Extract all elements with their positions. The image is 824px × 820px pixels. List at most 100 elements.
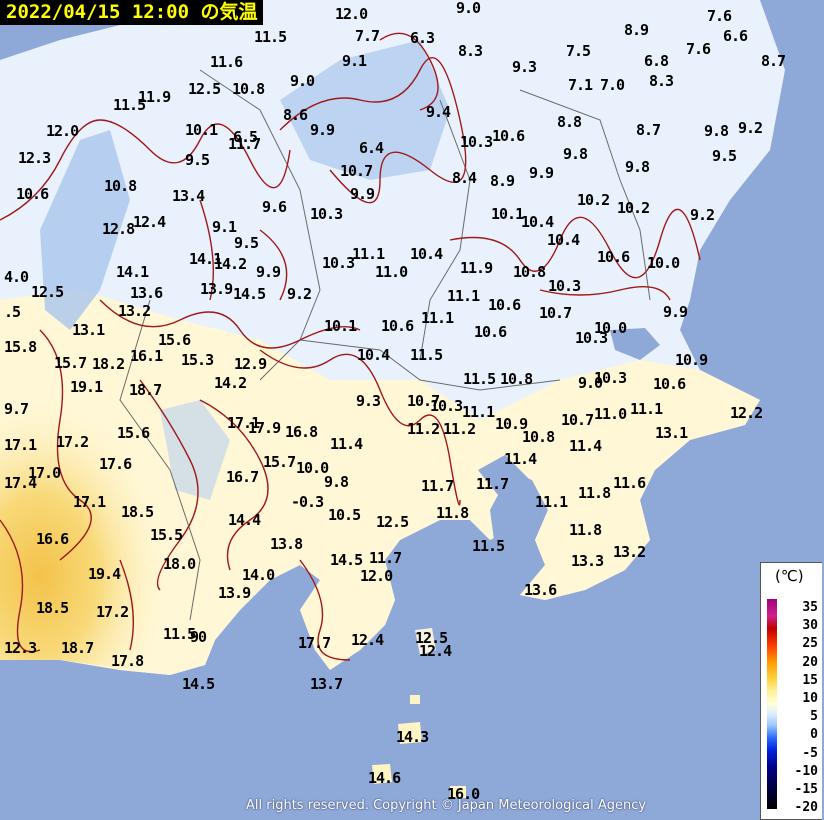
station-temperature: 10.6 <box>381 317 414 335</box>
station-temperature: 10.8 <box>513 263 546 281</box>
station-temperature: 16.8 <box>285 423 318 441</box>
station-temperature: 8.3 <box>458 42 483 60</box>
station-temperature: 13.9 <box>200 280 233 298</box>
station-temperature: 13.1 <box>72 321 105 339</box>
station-temperature: 13.2 <box>118 302 151 320</box>
station-temperature: 10.0 <box>647 254 680 272</box>
station-temperature: 10.8 <box>232 80 265 98</box>
station-temperature: 12.3 <box>4 639 37 657</box>
legend-color-bar <box>767 599 777 809</box>
station-temperature: 15.6 <box>117 424 150 442</box>
station-temperature: 11.0 <box>594 405 627 423</box>
station-temperature: 13.4 <box>172 187 205 205</box>
station-temperature: 10.8 <box>522 428 555 446</box>
legend-tick-label: -5 <box>802 745 818 761</box>
station-temperature: 6.6 <box>723 27 748 45</box>
station-temperature: 11.9 <box>460 259 493 277</box>
copyright-notice: All rights reserved. Copyright © Japan M… <box>246 798 647 813</box>
station-temperature: 17.9 <box>248 419 281 437</box>
station-temperature: 11.5 <box>410 346 443 364</box>
station-temperature: 10.9 <box>675 351 708 369</box>
station-temperature: 8.9 <box>624 21 649 39</box>
station-temperature: 15.5 <box>150 526 183 544</box>
station-temperature: .5 <box>4 303 21 321</box>
station-temperature: 10.3 <box>575 329 608 347</box>
station-temperature: 9.9 <box>310 121 335 139</box>
station-temperature: 10.8 <box>104 177 137 195</box>
station-temperature: 12.5 <box>188 80 221 98</box>
station-temperature: 10.3 <box>594 369 627 387</box>
station-temperature: 7.5 <box>566 42 591 60</box>
station-temperature: 10.4 <box>521 213 554 231</box>
station-temperature: 16.1 <box>130 347 163 365</box>
station-temperature: 18.7 <box>129 381 162 399</box>
station-temperature: 14.5 <box>330 551 363 569</box>
station-temperature: 11.4 <box>569 437 602 455</box>
station-temperature: 13.1 <box>655 424 688 442</box>
station-temperature: 12.0 <box>335 5 368 23</box>
legend-tick-label: 30 <box>802 618 818 634</box>
station-temperature: 17.2 <box>96 603 129 621</box>
station-temperature: 9.2 <box>690 206 715 224</box>
station-temperature: 11.1 <box>462 403 495 421</box>
station-temperature: 13.8 <box>270 535 303 553</box>
station-temperature: 18.5 <box>121 503 154 521</box>
station-temperature: 11.8 <box>569 521 602 539</box>
station-temperature: 11.6 <box>613 474 646 492</box>
station-temperature: 9.0 <box>456 0 481 17</box>
station-temperature: 11.7 <box>228 135 261 153</box>
legend-tick-label: 5 <box>810 709 818 725</box>
station-temperature: 10.1 <box>491 205 524 223</box>
station-temperature: 9.3 <box>512 58 537 76</box>
station-temperature: 10.1 <box>324 317 357 335</box>
station-temperature: 16.7 <box>226 468 259 486</box>
station-temperature: 8.3 <box>649 72 674 90</box>
station-temperature: 10.4 <box>410 245 443 263</box>
station-temperature: 12.4 <box>133 213 166 231</box>
station-temperature: 11.5 <box>472 537 505 555</box>
station-temperature: 9.4 <box>426 103 451 121</box>
station-temperature: 7.1 <box>568 76 593 94</box>
station-temperature: 11.1 <box>630 400 663 418</box>
station-temperature: 10.6 <box>492 127 525 145</box>
legend-tick-label: 20 <box>802 654 818 670</box>
station-temperature: 10.6 <box>16 185 49 203</box>
station-temperature: 11.6 <box>210 53 243 71</box>
station-temperature: 6.4 <box>359 139 384 157</box>
station-temperature: 11.1 <box>352 245 385 263</box>
station-temperature: 12.0 <box>46 122 79 140</box>
station-temperature: 9.2 <box>287 285 312 303</box>
station-temperature: 11.4 <box>330 435 363 453</box>
station-temperature: 13.6 <box>130 284 163 302</box>
station-temperature: 14.5 <box>233 285 266 303</box>
station-temperature: 9.8 <box>704 122 729 140</box>
station-temperature: 12.9 <box>234 355 267 373</box>
station-temperature: 4.0 <box>4 268 29 286</box>
station-temperature: 12.0 <box>360 567 393 585</box>
station-temperature: 90 <box>190 628 207 646</box>
station-temperature: 10.7 <box>561 411 594 429</box>
station-temperature: 10.1 <box>185 121 218 139</box>
station-temperature: 9.9 <box>663 303 688 321</box>
station-temperature: 13.6 <box>524 581 557 599</box>
station-temperature: 7.0 <box>600 76 625 94</box>
station-temperature: 7.6 <box>707 7 732 25</box>
station-temperature: 18.5 <box>36 599 69 617</box>
station-temperature: 14.2 <box>214 255 247 273</box>
station-temperature: 9.7 <box>4 400 29 418</box>
station-temperature: 8.8 <box>557 113 582 131</box>
station-temperature: 14.2 <box>214 374 247 392</box>
station-temperature: 9.6 <box>262 198 287 216</box>
station-temperature: 18.2 <box>92 355 125 373</box>
station-temperature: 12.5 <box>31 283 64 301</box>
station-temperature: 9.8 <box>625 158 650 176</box>
station-temperature: 9.8 <box>324 473 349 491</box>
station-temperature: 11.2 <box>443 420 476 438</box>
station-temperature: 12.4 <box>419 642 452 660</box>
station-temperature: 11.1 <box>447 287 480 305</box>
legend-tick-label: 0 <box>810 727 818 743</box>
station-temperature: 9.2 <box>738 119 763 137</box>
station-temperature: 6.3 <box>410 29 435 47</box>
station-temperature: 10.3 <box>548 277 581 295</box>
station-temperature: 9.3 <box>356 392 381 410</box>
